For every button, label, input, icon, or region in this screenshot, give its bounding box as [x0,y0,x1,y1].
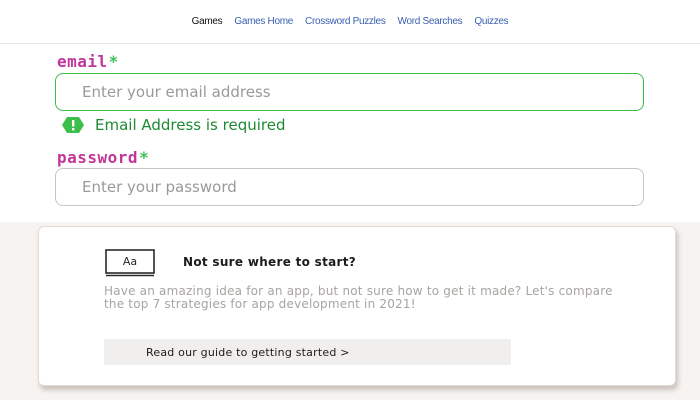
nav-item-crossword-puzzles[interactable]: Crossword Puzzles [305,16,386,27]
password-required-mark: * [139,148,150,167]
password-label-text: password [57,148,139,167]
email-field[interactable] [55,73,644,111]
font-book-icon-text: Aa [123,255,137,268]
nav-item-games[interactable]: Games [192,16,223,27]
font-book-icon: Aa [105,249,155,277]
password-field[interactable] [55,168,644,206]
password-label: password* [57,148,149,167]
card-description: Have an amazing idea for an app, but not… [104,284,613,311]
email-error: Email Address is required [62,115,286,135]
email-label-text: email [57,52,108,71]
login-form: email* Email Address is required passwor… [0,44,700,222]
nav-item-quizzes[interactable]: Quizzes [474,16,508,27]
alert-hexagon-icon [62,117,84,133]
email-required-mark: * [108,52,119,71]
top-nav: Games Games Home Crossword Puzzles Word … [0,0,700,44]
email-label: email* [57,52,119,71]
email-error-message: Email Address is required [95,116,286,134]
nav-item-games-home[interactable]: Games Home [234,16,293,27]
read-guide-button[interactable]: Read our guide to getting started > [104,339,511,365]
card-title: Not sure where to start? [183,255,357,269]
guide-card: Aa Not sure where to start? Have an amaz… [38,226,676,386]
nav-item-word-searches[interactable]: Word Searches [398,16,463,27]
